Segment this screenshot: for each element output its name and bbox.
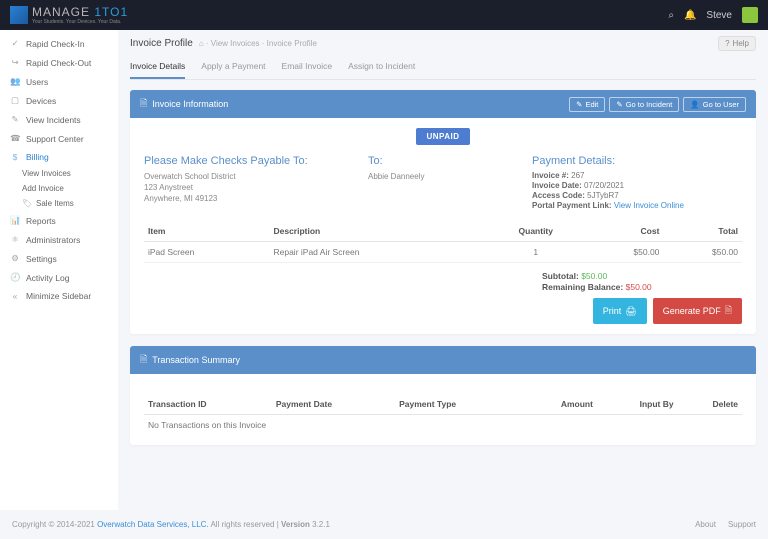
topbar: MANAGE 1TO1 Your Students. Your Devices.… bbox=[0, 0, 768, 30]
th-txn-id: Transaction ID bbox=[144, 394, 272, 415]
user-icon: 👤 bbox=[690, 100, 699, 109]
page-title: Invoice Profile bbox=[130, 38, 193, 49]
table-row: iPad Screen Repair iPad Air Screen 1 $50… bbox=[144, 242, 742, 263]
sidebar-item-settings[interactable]: ⚙Settings bbox=[0, 249, 118, 268]
help-button[interactable]: ?Help bbox=[718, 36, 756, 51]
th-cost: Cost bbox=[585, 221, 664, 242]
file-icon: 🗎 bbox=[140, 96, 147, 112]
th-input-by: Input By bbox=[597, 394, 678, 415]
line-items-table: Item Description Quantity Cost Total iPa… bbox=[144, 221, 742, 263]
sidebar-item-devices[interactable]: ▢Devices bbox=[0, 91, 118, 110]
tab-email-invoice[interactable]: Email Invoice bbox=[282, 55, 333, 79]
sidebar-item-activity-log[interactable]: 🕘Activity Log bbox=[0, 268, 118, 287]
tab-invoice-details[interactable]: Invoice Details bbox=[130, 55, 185, 79]
sidebar-item-view-incidents[interactable]: ✎View Incidents bbox=[0, 110, 118, 129]
access-code: 5JTybR7 bbox=[587, 191, 619, 200]
to-heading: To: bbox=[368, 155, 518, 167]
th-item: Item bbox=[144, 221, 269, 242]
sidebar-item-users[interactable]: 👥Users bbox=[0, 72, 118, 91]
th-pay-date: Payment Date bbox=[272, 394, 395, 415]
txn-card-title: Transaction Summary bbox=[152, 355, 240, 365]
pdf-icon: 🗎 bbox=[725, 303, 732, 319]
payment-heading: Payment Details: bbox=[532, 155, 742, 167]
version-number: 3.2.1 bbox=[312, 520, 330, 529]
tab-assign-incident[interactable]: Assign to Incident bbox=[348, 55, 415, 79]
th-desc: Description bbox=[269, 221, 486, 242]
th-delete: Delete bbox=[678, 394, 742, 415]
balance-amount: $50.00 bbox=[626, 282, 652, 292]
sidebar: ✓Rapid Check-In ↪Rapid Check-Out 👥Users … bbox=[0, 30, 118, 510]
txn-empty: No Transactions on this Invoice bbox=[144, 415, 742, 436]
file-icon: 🗎 bbox=[140, 352, 147, 368]
footer-about-link[interactable]: About bbox=[695, 520, 716, 529]
th-qty: Quantity bbox=[487, 221, 585, 242]
payable-line1: 123 Anystreet bbox=[144, 182, 354, 193]
sidebar-sub-sale-items[interactable]: 🏷Sale Items bbox=[22, 196, 118, 211]
footer-support-link[interactable]: Support bbox=[728, 520, 756, 529]
pencil-icon: ✎ bbox=[576, 100, 582, 109]
print-button[interactable]: Print 🖨 bbox=[593, 298, 647, 324]
footer-company-link[interactable]: Overwatch Data Services, LLC. bbox=[97, 520, 209, 529]
payable-line2: Anywhere, MI 49123 bbox=[144, 193, 354, 204]
sidebar-item-rapid-checkin[interactable]: ✓Rapid Check-In bbox=[0, 34, 118, 53]
subtotal-amount: $50.00 bbox=[581, 271, 607, 281]
sidebar-item-minimize[interactable]: «Minimize Sidebar bbox=[0, 287, 118, 305]
edit-button[interactable]: ✎Edit bbox=[569, 97, 605, 112]
tab-apply-payment[interactable]: Apply a Payment bbox=[201, 55, 265, 79]
transaction-table: Transaction ID Payment Date Payment Type… bbox=[144, 394, 742, 435]
sidebar-item-support-center[interactable]: ☎Support Center bbox=[0, 129, 118, 148]
th-total: Total bbox=[663, 221, 742, 242]
generate-pdf-button[interactable]: Generate PDF 🗎 bbox=[653, 298, 742, 324]
crumb-invoice-profile: Invoice Profile bbox=[267, 39, 317, 48]
th-amount: Amount bbox=[520, 394, 597, 415]
pencil-icon: ✎ bbox=[616, 100, 622, 109]
sidebar-item-rapid-checkout[interactable]: ↪Rapid Check-Out bbox=[0, 53, 118, 72]
sidebar-item-administrators[interactable]: ⚛Administrators bbox=[0, 230, 118, 249]
printer-icon: 🖨 bbox=[625, 306, 636, 317]
bell-icon[interactable]: 🔔 bbox=[684, 10, 696, 21]
invoice-date: 07/20/2021 bbox=[584, 181, 624, 190]
search-icon[interactable]: ⌕ bbox=[668, 10, 674, 21]
invoice-card-title: Invoice Information bbox=[152, 99, 228, 109]
logo-icon bbox=[10, 6, 28, 24]
portal-payment-link[interactable]: View Invoice Online bbox=[614, 201, 684, 210]
payable-name: Overwatch School District bbox=[144, 171, 354, 182]
tabs: Invoice Details Apply a Payment Email In… bbox=[130, 55, 756, 80]
invoice-card: 🗎 Invoice Information ✎Edit ✎Go to Incide… bbox=[130, 90, 756, 334]
crumb-view-invoices[interactable]: View Invoices bbox=[211, 39, 260, 48]
footer: Copyright © 2014-2021 Overwatch Data Ser… bbox=[0, 510, 768, 539]
avatar[interactable] bbox=[742, 7, 758, 23]
sidebar-sub-add-invoice[interactable]: Add Invoice bbox=[22, 181, 118, 196]
status-badge: UNPAID bbox=[416, 128, 469, 145]
sidebar-item-reports[interactable]: 📊Reports bbox=[0, 211, 118, 230]
user-name: Steve bbox=[706, 10, 732, 21]
help-icon: ? bbox=[725, 39, 729, 48]
to-name: Abbie Danneely bbox=[368, 171, 518, 182]
payable-heading: Please Make Checks Payable To: bbox=[144, 155, 354, 167]
transaction-card: 🗎 Transaction Summary Transaction ID Paym… bbox=[130, 346, 756, 445]
sidebar-item-billing[interactable]: $Billing bbox=[0, 148, 118, 166]
goto-user-button[interactable]: 👤Go to User bbox=[683, 97, 746, 112]
sidebar-sub-view-invoices[interactable]: View Invoices bbox=[22, 166, 118, 181]
invoice-number: 267 bbox=[571, 171, 584, 180]
goto-incident-button[interactable]: ✎Go to Incident bbox=[609, 97, 679, 112]
th-pay-type: Payment Type bbox=[395, 394, 520, 415]
brand-logo[interactable]: MANAGE 1TO1 Your Students. Your Devices.… bbox=[10, 5, 128, 25]
